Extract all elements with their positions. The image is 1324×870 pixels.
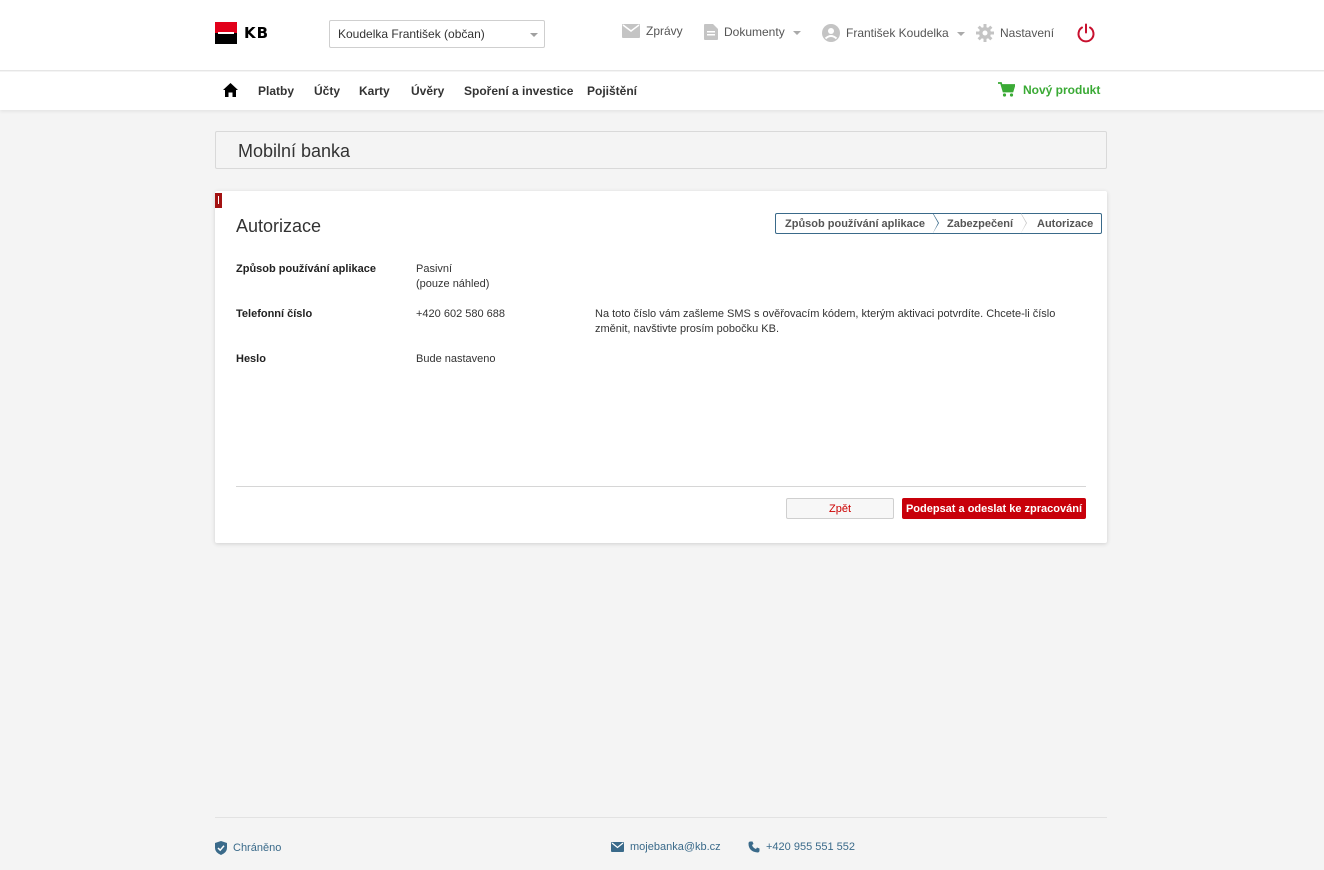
nav-item-savings-investments[interactable]: Spoření a investice xyxy=(464,84,573,98)
kb-logo-mark xyxy=(215,22,237,44)
phone-icon xyxy=(748,841,760,853)
protected-link[interactable]: Chráněno xyxy=(215,841,281,855)
card-divider xyxy=(236,486,1086,487)
card-title: Autorizace xyxy=(236,216,322,236)
kb-logo[interactable]: KB xyxy=(215,22,269,44)
settings-link[interactable]: Nastavení xyxy=(976,24,1054,42)
account-selector[interactable]: Koudelka František (občan) xyxy=(329,20,545,48)
user-name-label: František Koudelka xyxy=(846,26,949,40)
email-label: mojebanka@kb.cz xyxy=(630,841,721,853)
settings-label: Nastavení xyxy=(1000,26,1055,40)
shopping-cart-icon xyxy=(998,82,1015,97)
user-avatar-icon xyxy=(822,24,840,42)
page-title: Mobilní banka xyxy=(238,141,351,161)
new-product-link[interactable]: Nový produkt xyxy=(998,82,1100,97)
wizard-step-usage[interactable]: Způsob používání aplikace xyxy=(776,213,939,233)
gear-icon xyxy=(976,24,994,42)
envelope-icon xyxy=(622,24,640,38)
nav-item-loans[interactable]: Úvěry xyxy=(411,84,444,98)
messages-label: Zprávy xyxy=(646,24,683,38)
email-link[interactable]: mojebanka@kb.cz xyxy=(611,841,721,853)
page-title-bar: Mobilní banka xyxy=(215,131,1107,169)
account-selector-value: Koudelka František (občan) xyxy=(338,27,485,41)
document-icon xyxy=(704,24,718,40)
wizard-step-label: Zabezpečení xyxy=(946,217,1014,230)
wizard-step-authorization[interactable]: Autorizace xyxy=(1021,214,1101,233)
sign-and-submit-button[interactable]: Podepsat a odeslat ke zpracování xyxy=(902,498,1086,519)
card-marker-icon xyxy=(215,193,222,208)
usage-mode-value: Pasivní (pouze náhled) xyxy=(416,262,489,292)
phone-link[interactable]: +420 955 551 552 xyxy=(748,841,855,853)
usage-mode-value-main: Pasivní xyxy=(416,263,453,275)
usage-mode-label: Způsob používání aplikace xyxy=(236,263,376,275)
wizard-steps: Způsob používání aplikace Zabezpečení Au… xyxy=(775,213,1103,234)
new-product-label: Nový produkt xyxy=(1023,82,1101,97)
wizard-step-label: Autorizace xyxy=(1037,217,1094,230)
password-value: Bude nastaveno xyxy=(416,353,496,365)
usage-mode-value-detail: (pouze náhled) xyxy=(416,278,490,290)
documents-menu[interactable]: Dokumenty xyxy=(704,24,801,40)
wizard-step-security[interactable]: Zabezpečení xyxy=(933,213,1028,233)
kb-logo-text: KB xyxy=(244,24,270,42)
nav-item-payments[interactable]: Platby xyxy=(258,84,294,98)
phone-number-value: +420 602 580 688 xyxy=(416,308,506,320)
envelope-icon xyxy=(611,842,624,852)
chevron-down-icon xyxy=(956,32,965,36)
nav-item-insurance[interactable]: Pojištění xyxy=(587,84,637,98)
phone-label: +420 955 551 552 xyxy=(766,841,856,853)
protected-label: Chráněno xyxy=(233,842,282,854)
chevron-down-icon xyxy=(530,33,538,37)
phone-number-label: Telefonní číslo xyxy=(236,308,313,320)
chevron-down-icon xyxy=(792,31,801,35)
phone-number-note: Na toto číslo vám zašleme SMS s ověřovac… xyxy=(595,308,1056,335)
nav-item-accounts[interactable]: Účty xyxy=(314,84,340,98)
home-icon[interactable] xyxy=(223,83,238,97)
nav-item-cards[interactable]: Karty xyxy=(359,84,390,98)
footer-divider xyxy=(215,817,1107,818)
shield-icon xyxy=(215,841,227,855)
messages-link[interactable]: Zprávy xyxy=(622,24,683,38)
power-logout-icon[interactable] xyxy=(1076,23,1096,43)
authorization-card xyxy=(215,191,1107,543)
wizard-step-label: Způsob používání aplikace xyxy=(785,217,925,230)
password-label: Heslo xyxy=(236,353,266,365)
back-button[interactable]: Zpět xyxy=(786,498,894,519)
documents-label: Dokumenty xyxy=(724,25,785,39)
user-menu[interactable]: František Koudelka xyxy=(822,24,965,42)
main-navigation xyxy=(0,72,1324,110)
